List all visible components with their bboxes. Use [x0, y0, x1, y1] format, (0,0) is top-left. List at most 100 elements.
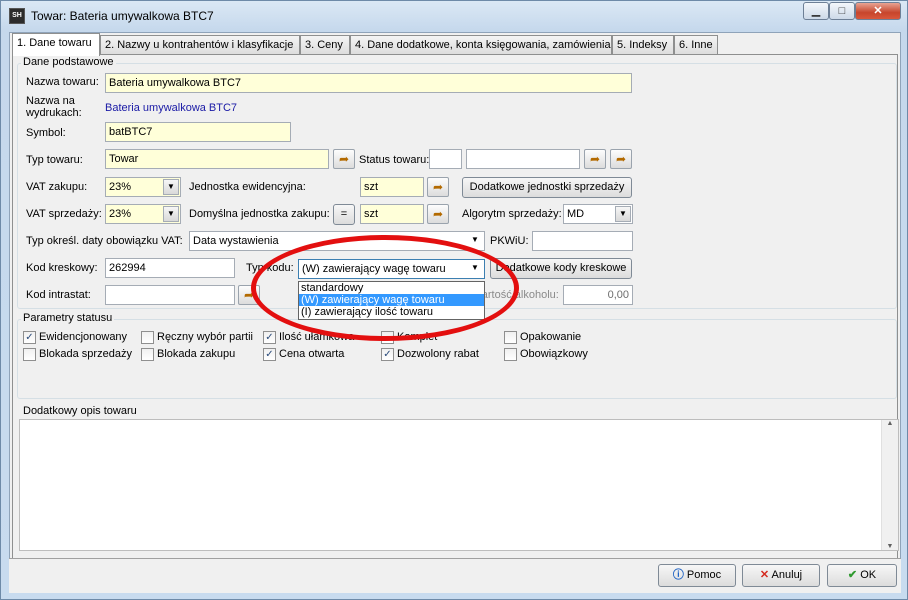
vat-purchase-label: VAT zakupu: — [26, 181, 88, 193]
vat-purchase-value: 23% — [109, 181, 132, 193]
checkbox-reczny-wybor[interactable] — [141, 331, 154, 344]
scroll-up-icon[interactable]: ▲ — [882, 420, 898, 427]
vat-sale-value: 23% — [109, 208, 132, 220]
name-label: Nazwa towaru: — [26, 76, 99, 88]
checkbox-label: Komplet — [397, 331, 438, 343]
checkbox-dozwolony-rabat[interactable]: ✓ — [381, 348, 394, 361]
checkbox-label: Dozwolony rabat — [397, 348, 479, 360]
dropdown-option-waga[interactable]: (W) zawierający wagę towaru — [299, 294, 484, 306]
description-textarea[interactable]: ▲ ▼ — [19, 419, 899, 551]
minimize-button[interactable]: ▁ — [803, 2, 829, 20]
chevron-down-icon[interactable]: ▼ — [163, 179, 179, 195]
status-name-input[interactable] — [466, 149, 580, 169]
maximize-button[interactable]: □ — [829, 2, 855, 20]
lookup-icon: ➦ — [615, 152, 627, 166]
barcode-label: Kod kreskowy: — [26, 262, 98, 274]
code-type-dropdown-list[interactable]: standardowy (W) zawierający wagę towaru … — [298, 281, 485, 320]
type-label: Typ towaru: — [26, 154, 83, 166]
extra-barcodes-button[interactable]: Dodatkowe kody kreskowe — [490, 258, 632, 279]
close-button[interactable]: ✕ — [855, 2, 901, 20]
unit-input[interactable]: szt — [360, 177, 424, 197]
print-name-label: Nazwa na wydrukach: — [26, 95, 82, 119]
default-unit-input[interactable]: szt — [360, 204, 424, 224]
print-name-value: Bateria umywalkowa BTC7 — [105, 102, 238, 114]
checkbox-opakowanie[interactable] — [504, 331, 517, 344]
lookup-icon: ➦ — [338, 152, 350, 166]
algorithm-label: Algorytm sprzedaży: — [462, 208, 562, 220]
ok-button[interactable]: ✔ OK — [827, 564, 897, 587]
dropdown-option-ilosc[interactable]: (I) zawierający ilość towaru — [299, 306, 484, 318]
title-bar[interactable]: SH Towar: Bateria umywalkowa BTC7 ▁ □ ✕ — [1, 1, 907, 31]
symbol-input[interactable]: batBTC7 — [105, 122, 291, 142]
basic-data-legend: Dane podstawowe — [21, 56, 116, 68]
tab-inne[interactable]: 6. Inne — [674, 35, 718, 55]
checkbox-blokada-sprzedazy[interactable] — [23, 348, 36, 361]
alcohol-input[interactable]: 0,00 — [563, 285, 633, 305]
checkbox-label: Ręczny wybór partii — [157, 331, 253, 343]
vat-sale-label: VAT sprzedaży: — [26, 208, 102, 220]
checkbox-ewidencjonowany[interactable]: ✓ — [23, 331, 36, 344]
checkbox-label: Ilość ułamkowa — [279, 331, 355, 343]
chevron-down-icon[interactable]: ▼ — [163, 206, 179, 222]
checkbox-ilosc-ulamkowa[interactable]: ✓ — [263, 331, 276, 344]
tab-dane-dodatkowe[interactable]: 4. Dane dodatkowe, konta księgowania, za… — [350, 35, 612, 55]
vat-date-value: Data wystawienia — [193, 235, 279, 247]
description-legend: Dodatkowy opis towaru — [21, 405, 139, 417]
dialog-window: SH Towar: Bateria umywalkowa BTC7 ▁ □ ✕ … — [0, 0, 908, 600]
tab-nazwy-kontrahentow[interactable]: 2. Nazwy u kontrahentów i klasyfikacje — [100, 35, 300, 55]
cancel-button-label: Anuluj — [771, 569, 803, 581]
tab-dane-towaru[interactable]: 1. Dane towaru — [12, 33, 100, 56]
checkbox-blokada-zakupu[interactable] — [141, 348, 154, 361]
checkbox-label: Blokada sprzedaży — [39, 348, 132, 360]
checkbox-obowiazkowy[interactable] — [504, 348, 517, 361]
extra-units-button[interactable]: Dodatkowe jednostki sprzedaży — [462, 177, 632, 198]
help-button[interactable]: ⓘ Pomoc — [658, 564, 736, 587]
code-type-value: (W) zawierający wagę towaru — [302, 263, 446, 275]
intrastat-lookup-button[interactable]: ➦ — [238, 285, 260, 305]
help-button-label: Pomoc — [686, 569, 722, 581]
checkbox-label: Ewidencjonowany — [39, 331, 128, 343]
checkbox-label: Blokada zakupu — [157, 348, 236, 360]
dropdown-option-standardowy[interactable]: standardowy — [299, 282, 484, 294]
pkwiu-input[interactable] — [532, 231, 633, 251]
code-type-select[interactable]: (W) zawierający wagę towaru ▼ — [298, 259, 485, 279]
vat-sale-select[interactable]: 23% ▼ — [105, 204, 181, 224]
checkbox-label: Obowiązkowy — [520, 348, 588, 360]
algorithm-value: MD — [567, 208, 585, 220]
equals-button[interactable]: = — [333, 204, 355, 225]
tab-ceny[interactable]: 3. Ceny — [300, 35, 350, 55]
description-scrollbar[interactable]: ▲ ▼ — [881, 420, 898, 550]
vat-date-select[interactable]: Data wystawienia ▼ — [189, 231, 485, 251]
chevron-down-icon[interactable]: ▼ — [615, 206, 631, 222]
type-lookup-button[interactable]: ➦ — [333, 149, 355, 169]
symbol-label: Symbol: — [26, 127, 66, 139]
status-code-input[interactable] — [429, 149, 462, 169]
vat-purchase-select[interactable]: 23% ▼ — [105, 177, 181, 197]
window-title: Towar: Bateria umywalkowa BTC7 — [31, 9, 214, 23]
default-unit-lookup-button[interactable]: ➦ — [427, 204, 449, 224]
status-label: Status towaru: — [359, 154, 430, 166]
checkbox-label: Cena otwarta — [279, 348, 345, 360]
intrastat-input[interactable] — [105, 285, 235, 305]
checkbox-cena-otwarta[interactable]: ✓ — [263, 348, 276, 361]
chevron-down-icon[interactable]: ▼ — [467, 233, 483, 249]
lookup-icon: ➦ — [432, 180, 444, 194]
status-lookup-button[interactable]: ➦ — [584, 149, 606, 169]
status-lookup2-button[interactable]: ➦ — [610, 149, 632, 169]
algorithm-select[interactable]: MD ▼ — [563, 204, 633, 224]
code-type-label: Typ kodu: — [246, 262, 294, 274]
lookup-icon: ➦ — [432, 207, 444, 221]
barcode-input[interactable]: 262994 — [105, 258, 235, 278]
chevron-down-icon[interactable]: ▼ — [467, 261, 483, 277]
type-input[interactable]: Towar — [105, 149, 329, 169]
tab-indeksy[interactable]: 5. Indeksy — [612, 35, 674, 55]
name-input[interactable]: Bateria umywalkowa BTC7 — [105, 73, 632, 93]
unit-lookup-button[interactable]: ➦ — [427, 177, 449, 197]
checkbox-komplet[interactable] — [381, 331, 394, 344]
checkbox-label: Opakowanie — [520, 331, 582, 343]
checkmark-icon: ✔ — [847, 569, 858, 581]
cancel-button[interactable]: ✕ Anuluj — [742, 564, 820, 587]
app-icon: SH — [9, 8, 25, 24]
scroll-down-icon[interactable]: ▼ — [882, 543, 898, 550]
lookup-icon: ➦ — [589, 152, 601, 166]
